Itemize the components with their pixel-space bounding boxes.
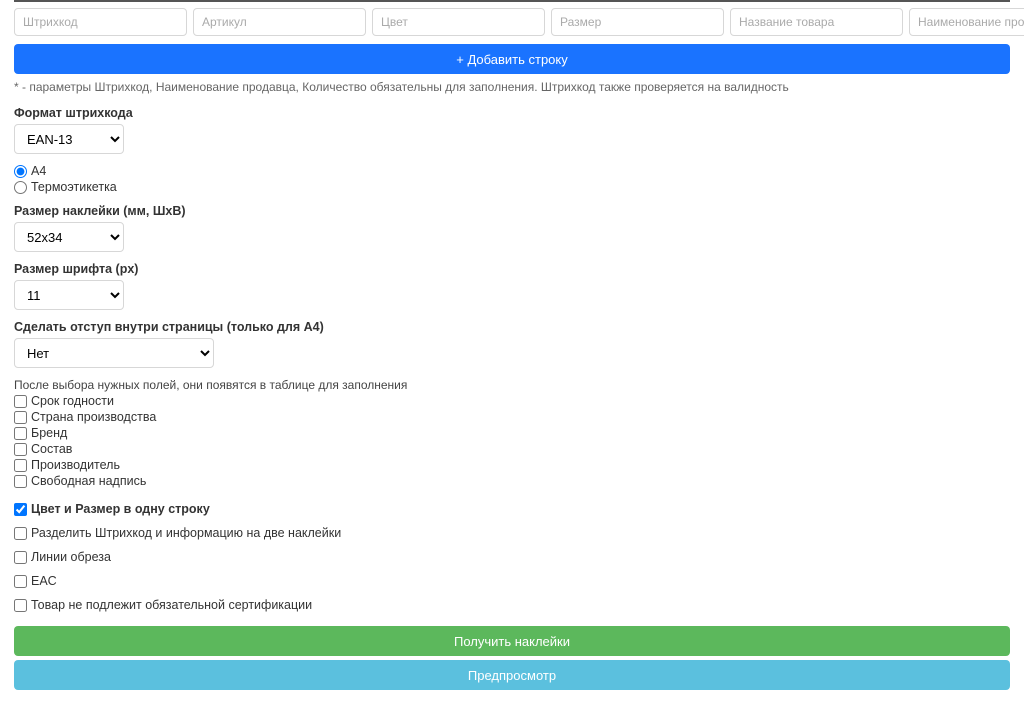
field-brand[interactable]: Бренд xyxy=(14,426,1010,440)
article-input[interactable] xyxy=(193,8,366,36)
sticker-size-label: Размер наклейки (мм, ШxВ) xyxy=(14,204,1010,218)
page-format-a4-option[interactable]: A4 xyxy=(14,164,1010,178)
font-size-label: Размер шрифта (px) xyxy=(14,262,1010,276)
field-shelf-life[interactable]: Срок годности xyxy=(14,394,1010,408)
page-format-a4-radio[interactable] xyxy=(14,165,27,178)
page-margin-select[interactable]: Нет xyxy=(14,338,214,368)
field-free-text-checkbox[interactable] xyxy=(14,475,27,488)
product-input-row: X xyxy=(14,0,1010,44)
option-color-size-one-line-checkbox[interactable] xyxy=(14,503,27,516)
field-country-checkbox[interactable] xyxy=(14,411,27,424)
field-free-text[interactable]: Свободная надпись xyxy=(14,474,1010,488)
barcode-format-select[interactable]: EAN-13 xyxy=(14,124,124,154)
preview-button[interactable]: Предпросмотр xyxy=(14,660,1010,690)
page-format-thermo-option[interactable]: Термоэтикетка xyxy=(14,180,1010,194)
page-format-a4-label: A4 xyxy=(31,164,46,178)
option-color-size-one-line[interactable]: Цвет и Размер в одну строку xyxy=(14,502,1010,516)
option-eac[interactable]: EAC xyxy=(14,574,1010,588)
extra-fields-hint: После выбора нужных полей, они появятся … xyxy=(14,378,1010,392)
field-manufacturer-checkbox[interactable] xyxy=(14,459,27,472)
option-no-certification[interactable]: Товар не подлежит обязательной сертифика… xyxy=(14,598,1010,612)
field-shelf-life-checkbox[interactable] xyxy=(14,395,27,408)
option-split-two-stickers-checkbox[interactable] xyxy=(14,527,27,540)
option-no-certification-checkbox[interactable] xyxy=(14,599,27,612)
color-input[interactable] xyxy=(372,8,545,36)
product-name-input[interactable] xyxy=(730,8,903,36)
page-format-thermo-radio[interactable] xyxy=(14,181,27,194)
generate-stickers-button[interactable]: Получить наклейки xyxy=(14,626,1010,656)
option-cut-lines[interactable]: Линии обреза xyxy=(14,550,1010,564)
field-country[interactable]: Страна производства xyxy=(14,410,1010,424)
field-composition-checkbox[interactable] xyxy=(14,443,27,456)
seller-name-input[interactable] xyxy=(909,8,1024,36)
page-format-thermo-label: Термоэтикетка xyxy=(31,180,117,194)
add-row-button[interactable]: + Добавить строку xyxy=(14,44,1010,74)
font-size-select[interactable]: 11 xyxy=(14,280,124,310)
required-fields-note: * - параметры Штрихкод, Наименование про… xyxy=(14,80,1010,94)
field-brand-checkbox[interactable] xyxy=(14,427,27,440)
option-eac-checkbox[interactable] xyxy=(14,575,27,588)
field-manufacturer[interactable]: Производитель xyxy=(14,458,1010,472)
size-input[interactable] xyxy=(551,8,724,36)
page-margin-label: Сделать отступ внутри страницы (только д… xyxy=(14,320,1010,334)
option-split-two-stickers[interactable]: Разделить Штрихкод и информацию на две н… xyxy=(14,526,1010,540)
barcode-format-label: Формат штрихкода xyxy=(14,106,1010,120)
option-cut-lines-checkbox[interactable] xyxy=(14,551,27,564)
sticker-size-select[interactable]: 52x34 xyxy=(14,222,124,252)
barcode-input[interactable] xyxy=(14,8,187,36)
field-composition[interactable]: Состав xyxy=(14,442,1010,456)
